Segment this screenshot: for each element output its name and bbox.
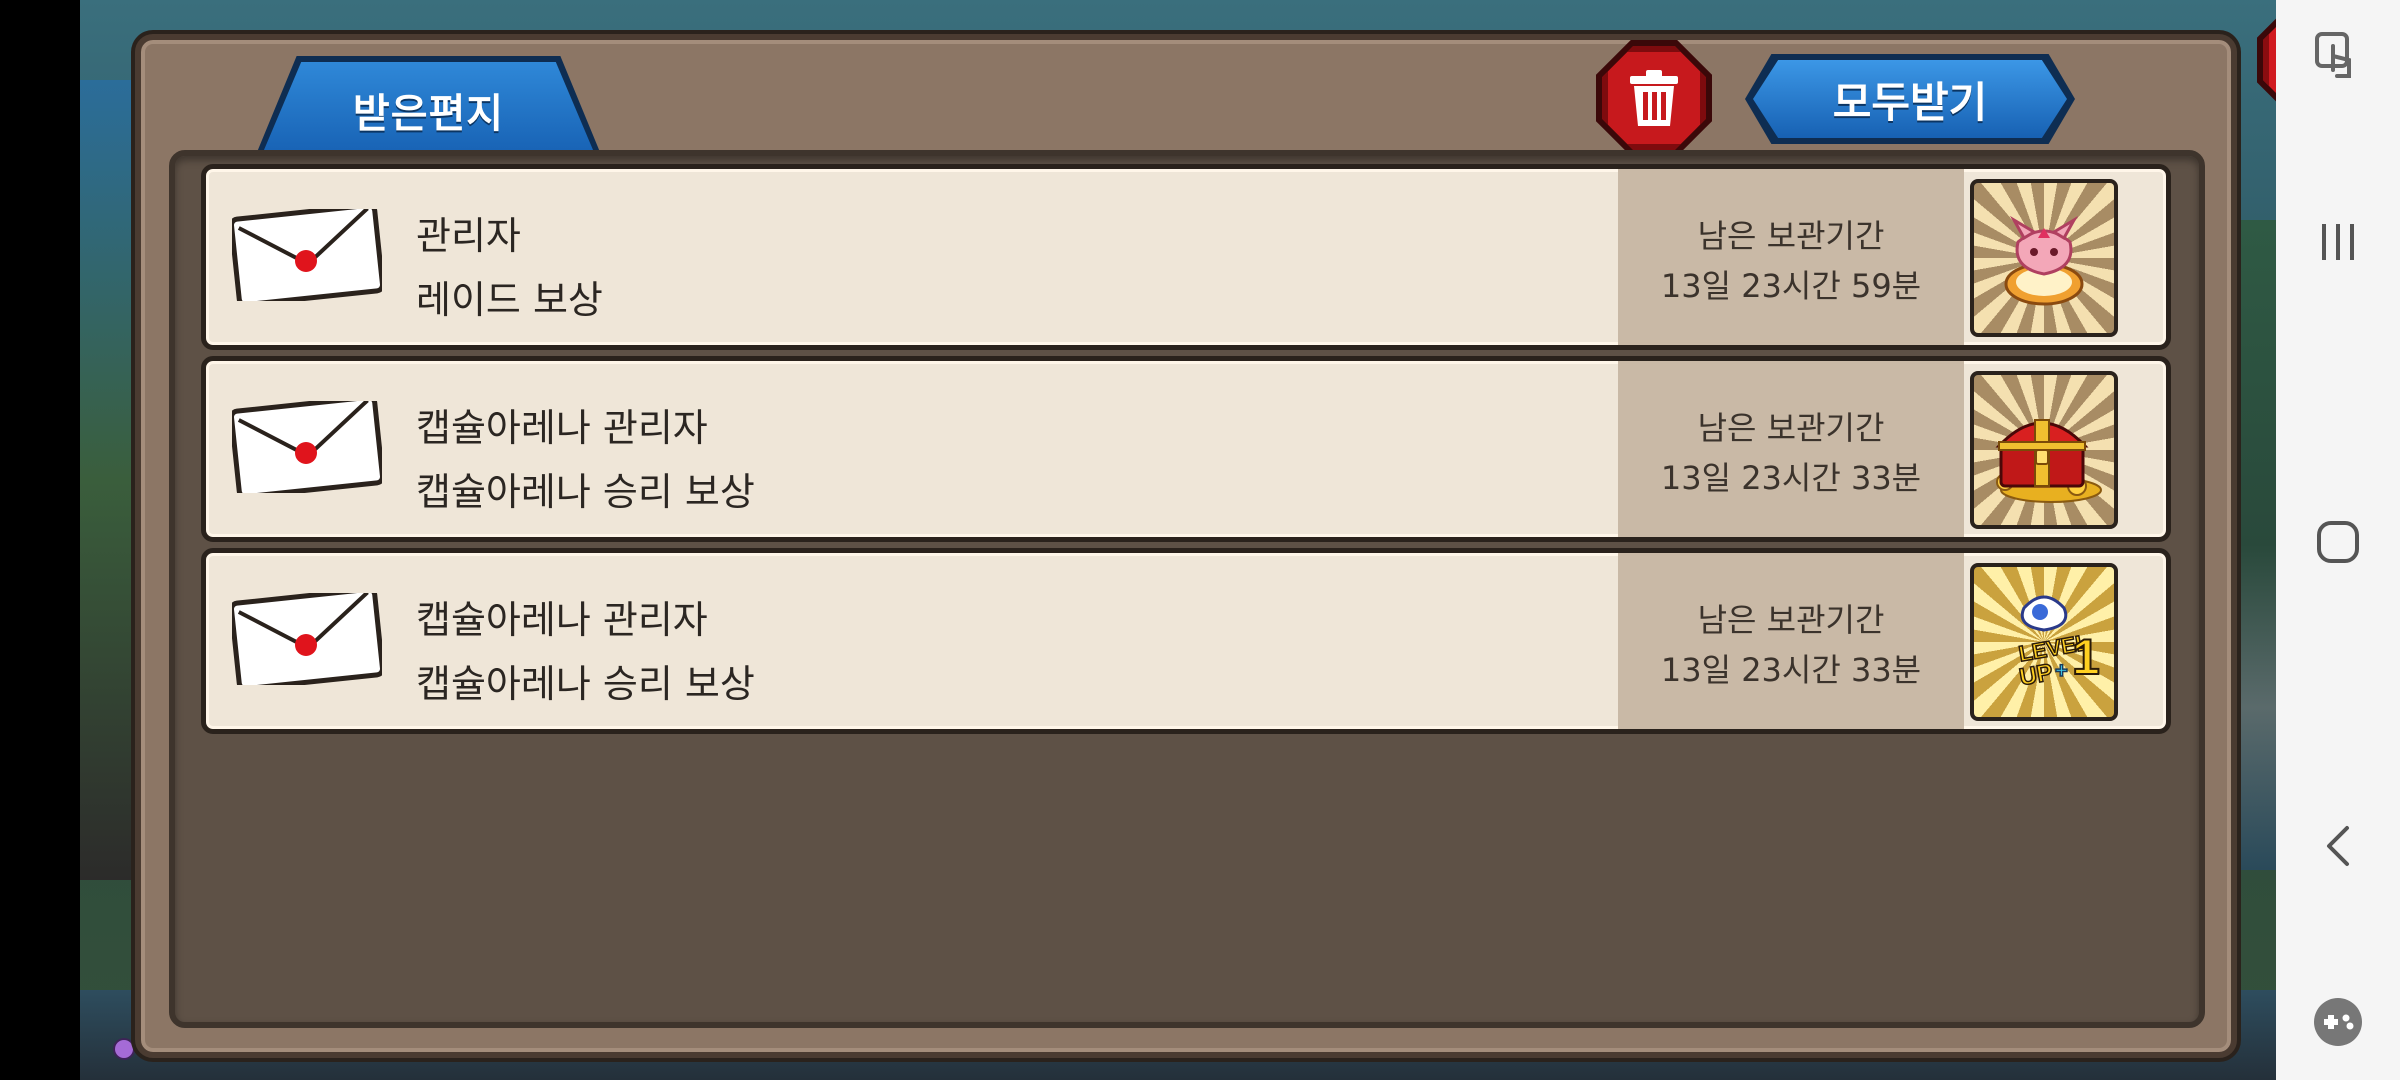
retention-box: 남은 보관기간 13일 23시간 33분: [1618, 361, 1964, 537]
mail-sender: 캡슐아레나 관리자: [416, 598, 708, 642]
reward-slot[interactable]: [1970, 179, 2118, 337]
up-label: UP: [2017, 659, 2055, 691]
android-navigation-bar: [2276, 0, 2400, 1080]
tab-received-mail[interactable]: 받은편지: [261, 62, 596, 157]
home-icon: [2317, 521, 2359, 563]
retention-time: 13일 23시간 33분: [1660, 651, 1922, 689]
envelope-icon: [232, 209, 382, 301]
trash-icon: [1630, 70, 1678, 126]
receive-all-label: 모두받기: [1832, 77, 1988, 127]
plus-label: +: [2055, 658, 2068, 683]
mail-item[interactable]: 캡슐아레나 관리자 캡슐아레나 승리 보상 남은 보관기간 13일 23시간 3…: [201, 548, 2171, 734]
retention-label: 남은 보관기간: [1697, 601, 1885, 639]
mailbox-window: 받은편지 모두받기 관리자 레이드 보상 남은 보관기간 13일 23시간 59…: [135, 4, 2369, 1058]
back-button[interactable]: [2276, 824, 2400, 868]
touch-icon-button[interactable]: [2276, 30, 2400, 82]
mail-subject: 캡슐아레나 승리 보상: [416, 470, 755, 514]
mail-sender: 캡슐아레나 관리자: [416, 406, 708, 450]
envelope-icon: [232, 401, 382, 493]
game-tools-icon: [2314, 998, 2362, 1046]
recent-apps-button[interactable]: [2276, 222, 2400, 262]
retention-box: 남은 보관기간 13일 23시간 33분: [1618, 553, 1964, 729]
mail-subject: 캡슐아레나 승리 보상: [416, 662, 755, 706]
level-up-icon: LEVEL UP + 1: [2016, 595, 2101, 692]
reward-slot[interactable]: [1970, 371, 2118, 529]
mail-subject: 레이드 보상: [416, 278, 603, 322]
treasure-chest-icon: [1995, 419, 2102, 503]
envelope-icon: [232, 593, 382, 685]
retention-label: 남은 보관기간: [1697, 217, 1885, 255]
tab-received-mail-label: 받은편지: [352, 90, 505, 137]
recent-apps-icon: [2322, 224, 2354, 260]
receive-all-button[interactable]: 모두받기: [1753, 60, 2067, 138]
retention-time: 13일 23시간 33분: [1660, 459, 1922, 497]
back-icon: [2327, 826, 2349, 866]
game-hud-left: [80, 80, 140, 880]
game-tools-button[interactable]: [2276, 996, 2400, 1048]
mail-sender: 관리자: [416, 214, 521, 258]
retention-box: 남은 보관기간 13일 23시간 59분: [1618, 169, 1964, 345]
touch-icon: [2315, 32, 2351, 78]
pet-egg-icon: [2004, 215, 2084, 306]
home-button[interactable]: [2276, 520, 2400, 564]
mail-item[interactable]: 캡슐아레나 관리자 캡슐아레나 승리 보상 남은 보관기간 13일 23시간 3…: [201, 356, 2171, 542]
mail-item[interactable]: 관리자 레이드 보상 남은 보관기간 13일 23시간 59분: [201, 164, 2171, 350]
retention-time: 13일 23시간 59분: [1660, 267, 1922, 305]
level-number: 1: [2072, 629, 2100, 685]
retention-label: 남은 보관기간: [1697, 409, 1885, 447]
reward-slot[interactable]: LEVEL UP + 1: [1970, 563, 2118, 721]
